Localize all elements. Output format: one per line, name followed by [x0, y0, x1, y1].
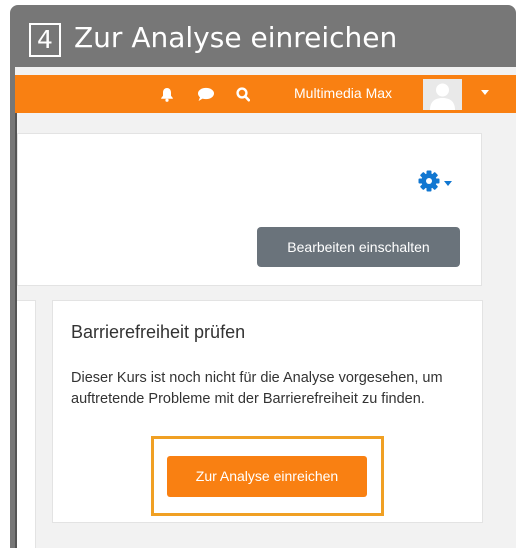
accessibility-block: Barrierefreiheit prüfen Dieser Kurs ist … — [52, 300, 483, 523]
submit-analysis-button[interactable]: Zur Analyse einreichen — [167, 456, 367, 497]
search-icon[interactable] — [236, 87, 251, 107]
accessibility-heading: Barrierefreiheit prüfen — [71, 322, 246, 342]
bell-icon[interactable] — [160, 87, 174, 107]
settings-caret-icon[interactable] — [444, 181, 452, 186]
step-number: 4 — [29, 23, 61, 57]
step-header: 4 Zur Analyse einreichen — [10, 5, 516, 67]
tutorial-frame: 4 Zur Analyse einreichen Multimedia Max … — [10, 5, 516, 548]
gear-icon[interactable] — [418, 170, 440, 197]
left-block — [17, 300, 36, 548]
top-navbar: Multimedia Max — [15, 75, 516, 113]
moodle-screenshot: Multimedia Max Bearbeiten einschalten Ba… — [15, 67, 516, 548]
page-content: Bearbeiten einschalten Barrierefreiheit … — [15, 113, 516, 548]
user-menu-caret-icon[interactable] — [481, 90, 489, 95]
step-title: Zur Analyse einreichen — [74, 21, 398, 54]
edit-mode-button[interactable]: Bearbeiten einschalten — [257, 227, 460, 267]
course-header-card: Bearbeiten einschalten — [17, 133, 482, 286]
user-name[interactable]: Multimedia Max — [294, 84, 392, 102]
avatar[interactable] — [423, 79, 462, 110]
chat-icon[interactable] — [197, 87, 215, 107]
accessibility-description: Dieser Kurs ist noch nicht für die Analy… — [71, 370, 443, 407]
